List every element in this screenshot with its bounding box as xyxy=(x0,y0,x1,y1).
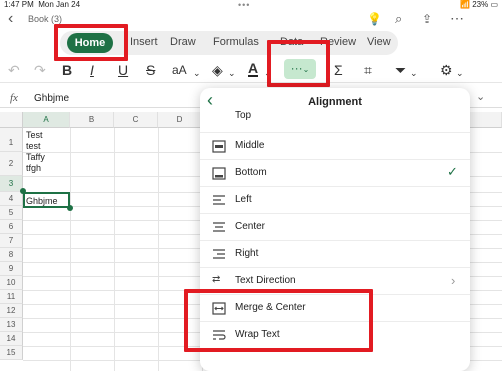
menu-item-label: Text Direction xyxy=(235,275,296,286)
row-header[interactable]: 1 xyxy=(0,128,23,152)
format-painter-icon[interactable]: ⚙ xyxy=(440,62,453,78)
select-all-corner[interactable] xyxy=(0,112,23,128)
multitask-dots[interactable]: ••• xyxy=(238,0,250,10)
row-header[interactable]: 2 xyxy=(0,152,23,176)
menu-item-label: Right xyxy=(235,248,259,259)
grid-line xyxy=(114,128,115,371)
menu-item-label: Center xyxy=(235,221,266,232)
row-header[interactable]: 10 xyxy=(0,276,23,290)
number-format-icon[interactable]: Σ xyxy=(334,62,343,78)
underline-button[interactable]: U xyxy=(118,62,128,78)
fx-icon: fx xyxy=(10,92,18,104)
italic-button[interactable]: I xyxy=(90,62,94,78)
menu-item-label: Bottom xyxy=(235,167,267,178)
tab-view[interactable]: View xyxy=(367,36,391,48)
filter-icon[interactable]: ⏷ xyxy=(395,62,406,78)
font-color-icon[interactable]: A xyxy=(248,61,259,77)
align-middle-icon xyxy=(212,140,226,153)
grid-line xyxy=(158,128,159,371)
row-header[interactable]: 4 xyxy=(0,192,23,206)
menu-item-middle[interactable]: Middle xyxy=(200,133,470,160)
strikethrough-button[interactable]: S xyxy=(146,62,155,78)
selection-handle[interactable] xyxy=(20,188,26,194)
column-header[interactable]: D xyxy=(158,112,202,128)
more-options-icon[interactable]: ⋯ xyxy=(450,10,464,27)
highlight-box-more xyxy=(267,40,330,87)
column-header[interactable]: A xyxy=(23,112,70,128)
battery-indicator: 📶 23% ▭ xyxy=(460,0,498,9)
share-icon[interactable]: ⇪ xyxy=(422,12,432,26)
menu-item-right[interactable]: Right xyxy=(200,241,470,268)
selected-cell-a3[interactable]: Ghbjme xyxy=(23,192,70,208)
selection-handle[interactable] xyxy=(67,205,73,211)
tab-formulas[interactable]: Formulas xyxy=(213,36,259,48)
menu-item-label: Middle xyxy=(235,140,265,151)
row-header[interactable]: 13 xyxy=(0,318,23,332)
tab-insert[interactable]: Insert xyxy=(130,36,158,48)
text-direction-icon: ⇄ xyxy=(212,274,221,285)
chevron-down-icon[interactable]: ⌄ xyxy=(228,65,236,81)
formula-input[interactable]: Ghbjme xyxy=(34,93,69,104)
row-header[interactable]: 11 xyxy=(0,290,23,304)
row-header[interactable]: 12 xyxy=(0,304,23,318)
row-header[interactable]: 14 xyxy=(0,332,23,346)
chevron-down-icon[interactable]: ⌄ xyxy=(476,90,485,103)
chevron-down-icon[interactable]: ⌄ xyxy=(410,65,418,81)
cell-a1[interactable]: Test test Taffy tfgh xyxy=(26,130,45,174)
column-header[interactable]: C xyxy=(114,112,158,128)
bold-button[interactable]: B xyxy=(62,62,72,78)
menu-item-left[interactable]: Left xyxy=(200,187,470,214)
font-size-button[interactable]: aA xyxy=(172,62,187,78)
status-bar: 1:47 PM Mon Jan 24 📶 23% ▭ xyxy=(0,0,502,10)
lightbulb-icon[interactable]: 💡 xyxy=(367,12,382,26)
insert-comment-icon[interactable]: ⌗ xyxy=(364,62,372,78)
row-header[interactable]: 8 xyxy=(0,248,23,262)
checkmark-icon: ✓ xyxy=(447,164,458,179)
search-icon[interactable]: ⌕ xyxy=(395,11,402,27)
align-left-icon xyxy=(213,195,225,205)
highlight-box-merge-wrap xyxy=(184,289,373,352)
grid-line xyxy=(70,128,71,371)
cell-a3-value: Ghbjme xyxy=(26,196,58,206)
align-center-icon xyxy=(213,222,225,232)
align-right-icon xyxy=(213,249,225,259)
menu-item-center[interactable]: Center xyxy=(200,214,470,241)
fill-color-icon[interactable]: ◈ xyxy=(212,62,223,78)
column-header[interactable]: B xyxy=(70,112,114,128)
chevron-down-icon[interactable]: ⌄ xyxy=(193,65,201,81)
row-header[interactable]: 9 xyxy=(0,262,23,276)
row-header[interactable]: 15 xyxy=(0,346,23,360)
chevron-right-icon: › xyxy=(451,273,456,288)
menu-item-label: Top xyxy=(235,110,252,121)
row-header[interactable]: 6 xyxy=(0,220,23,234)
menu-item-top[interactable]: Top xyxy=(200,109,470,133)
book-title: Book (3) xyxy=(28,14,63,24)
back-chevron-icon[interactable]: ‹ xyxy=(8,10,13,28)
tab-draw[interactable]: Draw xyxy=(170,36,196,48)
menu-item-label: Left xyxy=(235,194,252,205)
status-time: 1:47 PM Mon Jan 24 xyxy=(4,0,81,9)
row-header[interactable]: 7 xyxy=(0,234,23,248)
menu-item-bottom[interactable]: Bottom ✓ xyxy=(200,160,470,187)
redo-icon[interactable]: ↷ xyxy=(34,62,46,78)
highlight-box-home xyxy=(54,24,128,61)
menu-title: Alignment xyxy=(308,96,362,108)
undo-icon[interactable]: ↶ xyxy=(8,62,20,78)
row-header[interactable]: 5 xyxy=(0,206,23,220)
align-bottom-icon xyxy=(212,167,226,180)
chevron-down-icon[interactable]: ⌄ xyxy=(456,65,464,81)
